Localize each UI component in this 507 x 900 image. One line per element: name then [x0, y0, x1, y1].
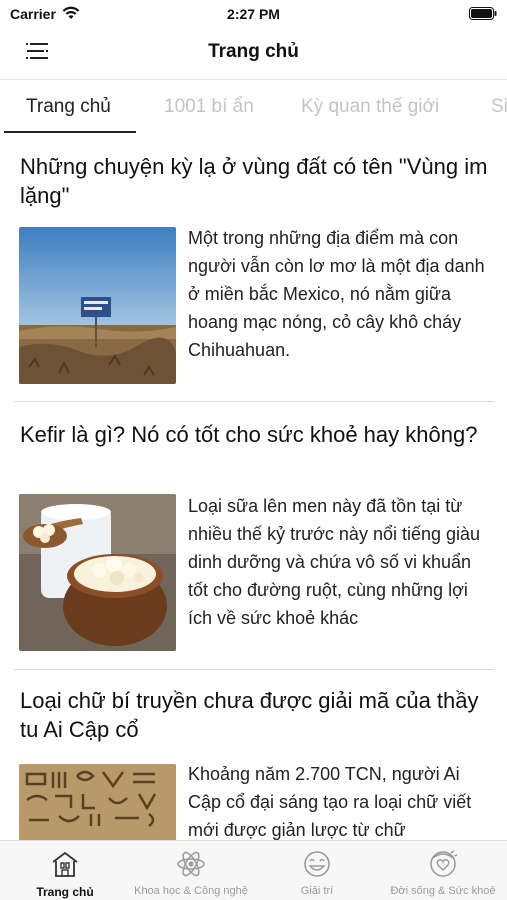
article-thumbnail-hieroglyph[interactable] [19, 764, 176, 840]
status-time: 2:27 PM [227, 6, 280, 22]
tab-ky-quan-the-gioi[interactable]: Kỳ quan thế giới [301, 96, 439, 118]
tabbar-item-khoa-hoc[interactable]: Khoa học & Công nghệ [128, 841, 254, 900]
article-divider [14, 669, 494, 670]
article-feed[interactable]: Những chuyện kỳ lạ ở vùng đất có tên "Vù… [0, 136, 507, 840]
article-summary: Một trong những địa điểm mà con người vẫ… [188, 228, 485, 360]
article-title[interactable]: Những chuyện kỳ lạ ở vùng đất có tên "Vù… [20, 152, 490, 210]
tabbar-label: Khoa học & Công nghệ [134, 885, 248, 897]
tab-1001-bi-an[interactable]: 1001 bí ẩn [164, 96, 254, 118]
article-thumbnail-kefir[interactable] [19, 494, 176, 651]
category-tabs: Trang chủ 1001 bí ẩn Kỳ quan thế giới Si [0, 84, 507, 134]
battery-icon [469, 7, 497, 20]
article-title[interactable]: Kefir là gì? Nó có tốt cho sức khoẻ hay … [20, 420, 490, 449]
article-summary: Khoảng năm 2.700 TCN, người Ai Cập cổ đạ… [188, 764, 472, 840]
tabbar-label: Giải trí [300, 885, 334, 897]
article-title[interactable]: Loại chữ bí truyền chưa được giải mã của… [20, 686, 490, 744]
atom-icon [177, 851, 205, 877]
nav-divider [0, 79, 507, 80]
tab-partial[interactable]: Si [491, 96, 507, 118]
active-tab-indicator [4, 131, 136, 133]
health-icon [430, 850, 458, 877]
status-bar: Carrier 2:27 PM [0, 0, 507, 28]
tabbar-item-trang-chu[interactable]: Trang chủ [2, 841, 128, 900]
tabbar-label: Trang chủ [36, 885, 94, 899]
article-thumbnail-desert[interactable] [19, 227, 176, 384]
tab-trang-chu[interactable]: Trang chủ [26, 96, 111, 118]
smile-icon [304, 851, 330, 877]
nav-bar: Trang chủ [0, 28, 507, 78]
article-summary: Loại sữa lên men này đã tồn tại từ nhiều… [188, 496, 481, 628]
tabbar-label: Đời sống & Sức khoẻ [390, 885, 496, 897]
page-title: Trang chủ [208, 41, 299, 62]
article-divider [14, 401, 494, 402]
tabbar-item-giai-tri[interactable]: Giải trí [254, 841, 380, 900]
home-icon [52, 851, 78, 877]
bottom-tab-bar: Trang chủ Khoa học & Công nghệ Giải trí … [0, 840, 507, 900]
tabbar-item-doi-song[interactable]: Đời sống & Sức khoẻ [380, 841, 506, 900]
